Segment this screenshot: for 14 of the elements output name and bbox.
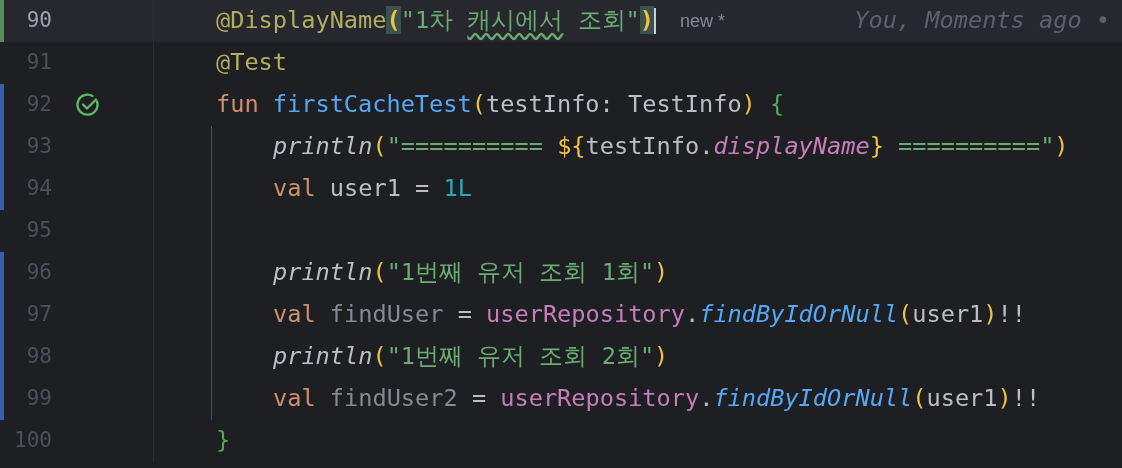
code-line: println("========== ${testInfo.displayName} ==========") xyxy=(273,131,1069,163)
code-line: println("1번째 유저 조회 2회") xyxy=(273,341,669,373)
code-line: println("1번째 유저 조회 1회") xyxy=(273,257,669,289)
code-line: val findUser = userRepository.findByIdOrNull(user1)!! xyxy=(273,299,1026,331)
code-line: fun firstCacheTest(testInfo: TestInfo) { xyxy=(216,89,785,121)
code-line: @Test xyxy=(216,47,288,79)
line-number: 90 xyxy=(26,7,52,35)
inlay-hint: new * xyxy=(679,9,725,33)
check-circle-icon[interactable] xyxy=(74,91,102,119)
code-line: val findUser2 = userRepository.findByIdOrNull(user1)!! xyxy=(273,383,1041,415)
code-line: @DisplayName("1차 캐시에서 조회") xyxy=(216,5,654,37)
code-line: val user1 = 1L xyxy=(273,173,472,205)
code-line: } xyxy=(216,425,231,457)
blame-annotation: You, Moments ago • xyxy=(854,5,1111,37)
